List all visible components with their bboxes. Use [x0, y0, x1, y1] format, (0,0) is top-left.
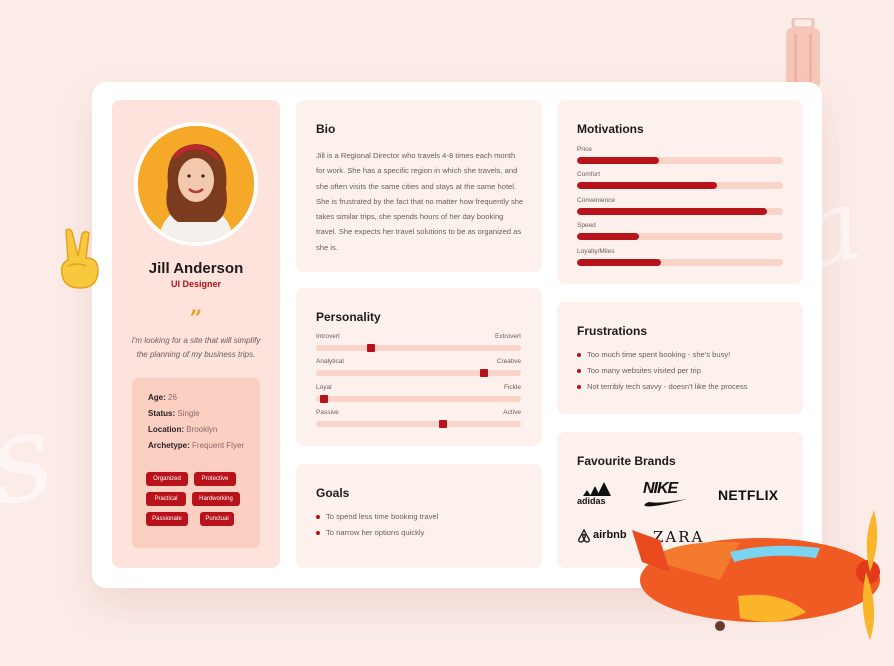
trait-slider: Analytical Creative: [316, 358, 521, 377]
motivation-fill: [577, 233, 639, 240]
peace-hand-icon: [60, 228, 99, 289]
detail-location: Location: Brooklyn: [148, 425, 218, 434]
tag-passionate: Passionate: [146, 512, 188, 526]
motivations-panel: Motivations Price Comfort Convenience Sp…: [557, 100, 803, 284]
detail-status: Status: Single: [148, 409, 200, 418]
motivation-fill: [577, 208, 767, 215]
persona-quote: I'm looking for a site that will simplif…: [131, 336, 261, 359]
detail-age: Age: 26: [148, 393, 177, 402]
persona-name: Jill Anderson: [148, 260, 244, 277]
trait-slider: Loyal Fickle: [316, 384, 521, 403]
frustrations-list: Too much time spent booking - she's busy…: [577, 347, 748, 395]
airplane-illustration: [632, 510, 880, 640]
quote-icon: ”: [189, 306, 203, 332]
trait-left-label: Passive: [316, 409, 339, 416]
brand-airbnb: airbnb: [593, 529, 627, 541]
trait-knob: [439, 420, 448, 428]
goals-panel: Goals To spend less time booking travel …: [296, 464, 542, 568]
motivation-label: Speed: [577, 222, 596, 229]
motivation-label: Comfort: [577, 171, 601, 178]
trait-left-label: Introvert: [316, 333, 340, 340]
motivation-fill: [577, 157, 660, 164]
frustration-item: Too much time spent booking - she's busy…: [577, 347, 748, 363]
motivation-label: Loyalty/Miles: [577, 248, 615, 255]
brands-title: Favourite Brands: [577, 454, 676, 468]
trait-left-label: Analytical: [316, 358, 344, 365]
frustration-item: Not terribly tech savvy - doesn't like t…: [577, 379, 748, 395]
motivation-fill: [577, 259, 662, 266]
goal-item: To spend less time booking travel: [316, 509, 438, 525]
trait-left-label: Loyal: [316, 384, 332, 391]
motivation-bar: Speed: [577, 222, 783, 240]
trait-slider: Passive Active: [316, 409, 521, 428]
motivation-fill: [577, 182, 718, 189]
bio-panel: Bio Jill is a Regional Director who trav…: [296, 100, 542, 272]
adidas-logo-icon: [583, 482, 611, 496]
brand-adidas: adidas: [577, 496, 606, 506]
motivation-label: Convenience: [577, 197, 615, 204]
frustration-item: Too many websites visited per trip: [577, 363, 748, 379]
tag-protective: Protective: [194, 472, 236, 486]
goals-title: Goals: [316, 486, 350, 500]
frustrations-title: Frustrations: [577, 324, 648, 338]
tag-organized: Organized: [146, 472, 188, 486]
motivations-title: Motivations: [577, 122, 644, 136]
tag-punctual: Punctual: [200, 512, 234, 526]
trait-right-label: Active: [503, 409, 521, 416]
trait-slider: Introvert Extrovert: [316, 333, 521, 352]
motivation-label: Price: [577, 146, 592, 153]
tag-practical: Practical: [146, 492, 186, 506]
profile-column: Jill Anderson UI Designer ” I'm looking …: [112, 100, 280, 568]
trait-right-label: Extrovert: [494, 333, 521, 340]
bio-title: Bio: [316, 122, 336, 136]
persona-details: Age: 26 Status: Single Location: Brookly…: [132, 378, 260, 548]
avatar-portrait: [138, 126, 254, 242]
bio-text: Jill is a Regional Director who travels …: [316, 151, 524, 252]
persona-role: UI Designer: [170, 279, 221, 289]
trait-right-label: Fickle: [504, 384, 521, 391]
detail-archetype: Archetype: Frequent Flyer: [148, 441, 245, 450]
trait-knob: [480, 369, 489, 377]
motivation-bar: Convenience: [577, 197, 783, 215]
motivation-bar: Comfort: [577, 171, 783, 189]
airbnb-logo-icon: [578, 529, 590, 543]
motivation-bar: Loyalty/Miles: [577, 248, 783, 266]
personality-panel: Personality Introvert Extrovert Analytica…: [296, 288, 542, 446]
avatar: [134, 122, 258, 246]
personality-title: Personality: [316, 310, 381, 324]
motivation-bar: Price: [577, 146, 783, 164]
trait-right-label: Creative: [496, 358, 521, 365]
background-script-decoration: s: [0, 385, 66, 534]
goal-item: To narrow her options quickly: [316, 525, 438, 541]
trait-knob: [320, 395, 329, 403]
tag-hardworking: Hardworking: [192, 492, 240, 506]
trait-knob: [367, 344, 376, 352]
goals-list: To spend less time booking travel To nar…: [316, 509, 438, 541]
brand-nike: NIKE: [643, 480, 678, 497]
frustrations-panel: Frustrations Too much time spent booking…: [557, 302, 803, 414]
